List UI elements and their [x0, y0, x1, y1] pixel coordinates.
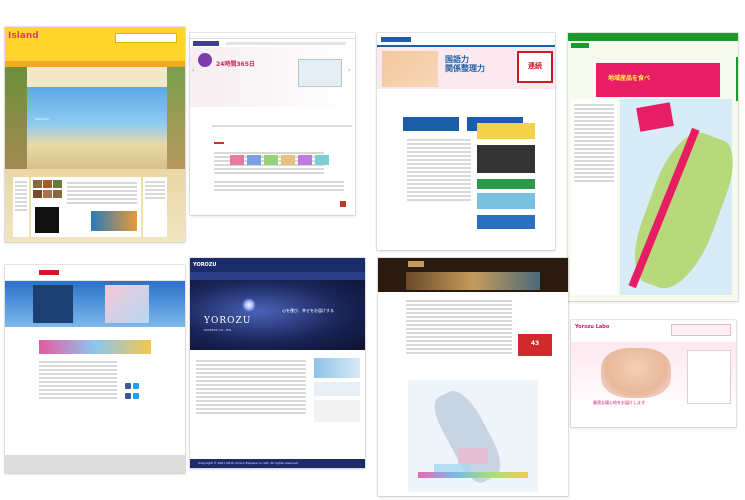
- top-bar: [568, 33, 738, 41]
- laptop-image: [298, 59, 342, 87]
- hero-banner: [406, 272, 540, 290]
- campaign-banner[interactable]: [39, 340, 151, 354]
- side-banner[interactable]: [477, 123, 535, 139]
- video-thumbnail[interactable]: [35, 207, 59, 233]
- intro-text: [406, 298, 512, 356]
- site-logo[interactable]: YOROZU: [193, 262, 216, 268]
- site-logo[interactable]: [408, 261, 424, 267]
- hero-banner: [5, 281, 185, 327]
- hero-photo: [382, 51, 438, 87]
- side-panel[interactable]: [687, 350, 731, 404]
- hero-headline: 国語力 関係整理力: [445, 55, 485, 73]
- site-logo[interactable]: [571, 43, 589, 48]
- site-logo[interactable]: [381, 37, 411, 42]
- campaign-banner-text: 地域産品を食べ: [608, 75, 651, 82]
- hero-headline: 24時間365日: [216, 61, 255, 68]
- screenshot-rail-map[interactable]: 地域産品を食べ: [568, 33, 738, 301]
- hero-icon: [198, 53, 212, 67]
- certification-logos: [314, 400, 360, 422]
- map-highlight-region[interactable]: [458, 448, 488, 464]
- thumbnail[interactable]: [33, 180, 42, 188]
- pagetop-button[interactable]: [340, 201, 346, 207]
- cta-button-left[interactable]: [403, 117, 459, 131]
- screenshot-tech[interactable]: 24時間365日 ‹ ›: [190, 33, 355, 215]
- hero-model-image: [105, 285, 149, 323]
- headline-line-2: 関係整理力: [445, 64, 485, 73]
- promo-banner[interactable]: [91, 211, 137, 231]
- badge-text: 連続: [528, 62, 542, 70]
- right-ad-column[interactable]: [143, 177, 167, 237]
- site-header: [5, 265, 185, 281]
- thumbnail[interactable]: [53, 190, 62, 198]
- screenshot-resort[interactable]: Island Welcome: [5, 27, 185, 242]
- hero-welcome-text: Welcome: [35, 117, 49, 121]
- screenshot-japan-tour[interactable]: 43: [378, 258, 568, 496]
- search-panel[interactable]: [33, 285, 73, 323]
- header-contact-box[interactable]: [671, 324, 731, 336]
- right-sidebar[interactable]: [477, 123, 535, 243]
- hero-model-image: [601, 348, 671, 398]
- screenshot-bedding[interactable]: Yorozu Labo 最適な寝心地をお届けします: [571, 320, 736, 427]
- site-logo[interactable]: [39, 270, 59, 275]
- hero-caption: 最適な寝心地をお届けします: [593, 400, 645, 405]
- header-info-box: [115, 33, 177, 43]
- facebook-icon[interactable]: [125, 383, 131, 389]
- site-logo[interactable]: [193, 41, 219, 46]
- hero-banner: [190, 280, 365, 350]
- news-divider: [212, 125, 352, 127]
- slider-prev-icon[interactable]: ‹: [192, 67, 194, 74]
- thumbnail[interactable]: [53, 180, 62, 188]
- palm-left-decoration: [5, 67, 27, 169]
- thumbnail[interactable]: [43, 190, 52, 198]
- left-sidebar[interactable]: [571, 99, 617, 295]
- site-logo[interactable]: Yorozu Labo: [575, 324, 609, 330]
- side-button-blue[interactable]: [477, 215, 535, 229]
- news-list[interactable]: [214, 131, 324, 176]
- article-text: [407, 137, 471, 203]
- palm-right-decoration: [167, 67, 185, 169]
- hero-image: [27, 87, 167, 169]
- twitter-icon[interactable]: [133, 383, 139, 389]
- main-nav[interactable]: [226, 42, 346, 45]
- slider-next-icon[interactable]: ›: [348, 67, 350, 74]
- screenshot-education[interactable]: 国語力 関係整理力 連続: [377, 33, 555, 250]
- footer-copyright: Copyright © 2007-2010 Yorozu Express co.…: [198, 461, 299, 465]
- hero-title: YOROZU: [204, 316, 252, 326]
- top-bar: [190, 33, 355, 39]
- thumbnail[interactable]: [43, 180, 52, 188]
- hero-light-icon: [242, 298, 256, 312]
- side-button-green[interactable]: [477, 179, 535, 189]
- site-footer: [5, 455, 185, 473]
- screenshot-logistics[interactable]: YOROZU YOROZU EXPRESS CO., LTD. 心を運び、幸せを…: [190, 258, 365, 468]
- region-color-bar[interactable]: [418, 472, 528, 478]
- main-nav[interactable]: [5, 61, 185, 67]
- tweet-icon[interactable]: [133, 393, 139, 399]
- footer-links[interactable]: [214, 179, 344, 193]
- promo-card-number: 43: [530, 340, 540, 347]
- hero-badge: 連続: [517, 51, 553, 83]
- share-icon[interactable]: [125, 393, 131, 399]
- screenshot-travel[interactable]: [5, 265, 185, 473]
- news-list[interactable]: [196, 358, 306, 416]
- headline-line-1: 国語力: [445, 55, 469, 64]
- main-nav[interactable]: [190, 272, 365, 280]
- content-panel: [31, 177, 141, 237]
- news-list[interactable]: [39, 359, 117, 401]
- banner-row[interactable]: [230, 155, 330, 165]
- site-logo[interactable]: Island: [8, 31, 39, 41]
- hero-subtitle: EXPRESS CO., LTD.: [204, 328, 233, 332]
- promo-card[interactable]: 43: [518, 334, 552, 356]
- side-banner-2[interactable]: [314, 382, 360, 396]
- thumbnail[interactable]: [33, 190, 42, 198]
- side-banner[interactable]: [314, 358, 360, 378]
- left-sidebar[interactable]: [13, 177, 29, 237]
- hero-slogan: 心を運び、幸せをお届けする: [282, 308, 334, 313]
- video-player[interactable]: [477, 145, 535, 173]
- side-tab[interactable]: [736, 57, 738, 101]
- side-banner-blue[interactable]: [477, 193, 535, 209]
